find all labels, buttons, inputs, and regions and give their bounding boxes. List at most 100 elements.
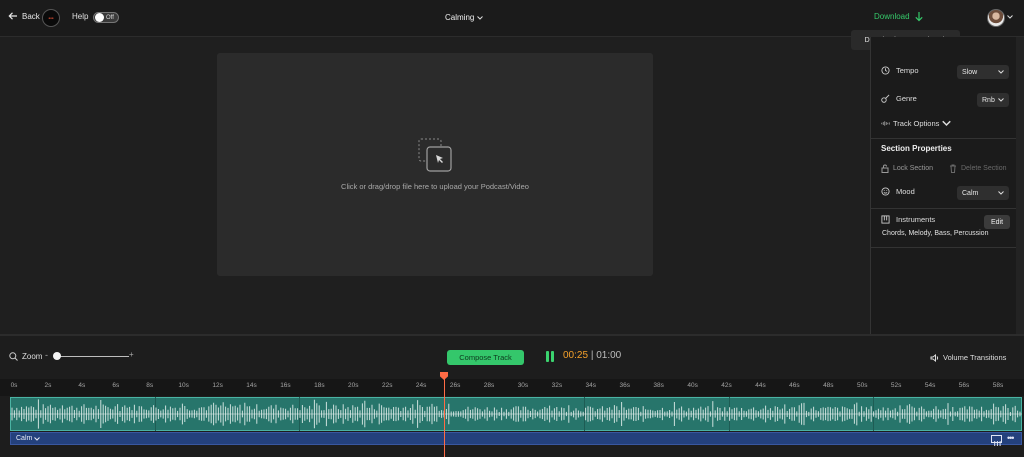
ruler-tick: 44s xyxy=(755,382,766,389)
pause-bar xyxy=(546,351,549,362)
chevron-down-icon xyxy=(942,120,952,127)
zoom-control: Zoom xyxy=(9,352,42,361)
zoom-slider-handle[interactable] xyxy=(53,352,61,360)
ruler-tick: 22s xyxy=(381,382,393,389)
zoom-slider[interactable] xyxy=(56,356,129,357)
ruler-tick: 50s xyxy=(857,382,868,389)
instruments-list: Chords, Melody, Bass, Percussion xyxy=(882,230,989,237)
chevron-down-icon xyxy=(998,191,1004,195)
genre-dropdown[interactable]: Rnb xyxy=(977,93,1009,107)
lock-icon xyxy=(881,164,889,173)
mood-row: Mood xyxy=(881,187,915,196)
mood-dropdown[interactable]: Calm xyxy=(957,186,1009,200)
chevron-down-icon xyxy=(34,436,41,441)
ruler-tick: 0s xyxy=(10,382,18,389)
ruler-tick: 2s xyxy=(44,382,52,389)
volume-transitions-button[interactable]: Volume Transitions xyxy=(930,353,1006,362)
ruler-tick: 18s xyxy=(314,382,325,389)
ruler-tick: 48s xyxy=(823,382,834,389)
section-mood-dropdown[interactable]: Calm xyxy=(16,435,41,442)
app-logo[interactable]: ●●● xyxy=(42,9,60,27)
toggle-state: Off xyxy=(106,14,114,21)
delete-section-label: Delete Section xyxy=(961,165,1007,172)
help-toggle[interactable]: Off xyxy=(93,12,119,23)
ruler-tick: 36s xyxy=(619,382,630,389)
track-name-dropdown[interactable]: Calming xyxy=(445,13,484,22)
lock-section-label: Lock Section xyxy=(893,165,934,172)
chevron-down-icon[interactable] xyxy=(1007,15,1013,19)
lock-section-button[interactable]: Lock Section xyxy=(881,164,933,173)
speaker-icon xyxy=(930,353,939,362)
divider xyxy=(871,247,1017,248)
ruler-tick: 34s xyxy=(585,382,597,389)
guitar-icon xyxy=(881,94,890,103)
download-label: Download xyxy=(874,12,910,21)
playhead-line[interactable] xyxy=(444,372,445,457)
ruler-tick: 4s xyxy=(78,382,86,389)
chevron-down-icon xyxy=(998,70,1004,74)
ruler-tick: 6s xyxy=(112,382,120,389)
current-time: 00:25 xyxy=(563,350,589,361)
genre-value: Rnb xyxy=(982,96,995,104)
upload-dropzone[interactable]: Click or drag/drop file here to upload y… xyxy=(217,53,653,276)
time-separator: | xyxy=(590,350,594,361)
edit-instruments-button[interactable]: Edit xyxy=(984,215,1010,229)
volume-transitions-label: Volume Transitions xyxy=(943,353,1007,362)
genre-label: Genre xyxy=(896,94,917,103)
ruler-tick: 32s xyxy=(551,382,563,389)
ruler-tick: 42s xyxy=(721,382,732,389)
arrow-left-icon xyxy=(8,12,17,20)
upload-cursor-icon xyxy=(418,138,452,172)
ruler-tick: 20s xyxy=(348,382,359,389)
ruler-tick: 46s xyxy=(789,382,800,389)
ruler-tick: 30s xyxy=(517,382,529,389)
help-label: Help xyxy=(72,12,89,21)
ruler-tick: 28s xyxy=(483,382,495,389)
section-properties-heading: Section Properties xyxy=(881,144,952,153)
tempo-dropdown[interactable]: Slow xyxy=(957,65,1009,79)
ruler-tick: 24s xyxy=(415,382,427,389)
track-options-toggle[interactable]: Track Options xyxy=(881,119,952,128)
chevron-down-icon xyxy=(477,15,484,20)
ruler-tick: 16s xyxy=(280,382,291,389)
timeline-ruler[interactable]: 0s 2s 4s 6s 8s 10s 12s 14s 16s 18s 20s 22s 24s 26s 28s… xyxy=(0,379,1024,396)
instruments-row: Instruments xyxy=(881,215,935,224)
back-button[interactable]: Back xyxy=(8,11,40,21)
section-label-bar: Calm ••• xyxy=(10,432,1022,446)
time-display: 00:25 | 01:00 xyxy=(563,350,621,361)
piano-icon xyxy=(881,215,890,224)
mood-value: Calm xyxy=(962,189,979,197)
compose-track-button[interactable]: Compose Track xyxy=(447,350,524,365)
mood-label: Mood xyxy=(896,187,915,196)
upload-instruction: Click or drag/drop file here to upload y… xyxy=(341,182,529,191)
arrow-down-icon xyxy=(914,12,923,22)
avatar[interactable] xyxy=(987,9,1005,27)
smiley-icon xyxy=(881,187,890,196)
total-time: 01:00 xyxy=(596,350,622,361)
waveform-icon xyxy=(881,121,890,126)
delete-section-button[interactable]: Delete Section xyxy=(949,164,1007,173)
chevron-down-icon xyxy=(998,98,1004,102)
instruments-label: Instruments xyxy=(896,215,936,224)
genre-row: Genre xyxy=(881,94,917,103)
more-options-icon[interactable]: ••• xyxy=(1007,433,1015,443)
download-button[interactable]: Download xyxy=(874,11,924,22)
divider xyxy=(871,208,1017,209)
tempo-label: Tempo xyxy=(896,66,919,75)
pause-bar xyxy=(551,351,554,362)
properties-panel: Tempo Slow Genre Rnb Track Options Secti… xyxy=(870,37,1017,334)
search-icon xyxy=(9,352,18,361)
piano-icon[interactable] xyxy=(991,435,1002,446)
zoom-out-button[interactable]: - xyxy=(45,350,48,360)
panel-scrollbar[interactable] xyxy=(1016,37,1024,334)
divider xyxy=(871,138,1017,139)
zoom-in-button[interactable]: + xyxy=(129,350,134,359)
track-options-label: Track Options xyxy=(893,119,940,128)
tempo-row: Tempo xyxy=(881,66,919,75)
ruler-tick: 38s xyxy=(653,382,664,389)
ruler-tick: 14s xyxy=(246,382,257,389)
pause-button[interactable] xyxy=(546,351,554,362)
clock-icon xyxy=(881,66,890,75)
tempo-value: Slow xyxy=(962,68,978,76)
zoom-label: Zoom xyxy=(22,352,43,361)
